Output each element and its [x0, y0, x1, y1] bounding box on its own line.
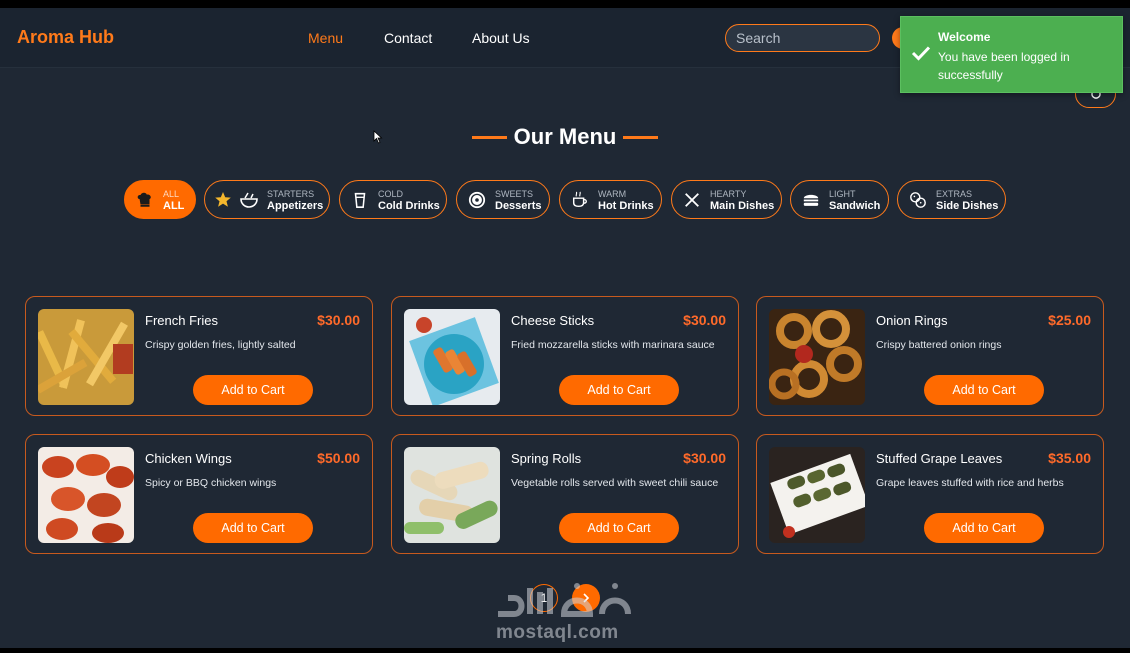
category-all[interactable]: ALL ALL	[124, 180, 196, 219]
spring-rolls-image	[404, 447, 500, 543]
add-to-cart-button[interactable]: Add to Cart	[924, 513, 1044, 543]
item-price: $50.00	[317, 450, 360, 466]
page-title: Our Menu	[513, 124, 617, 149]
menu-card: Cheese Sticks $30.00 Fried mozzarella st…	[391, 296, 739, 416]
brand-logo[interactable]: Aroma Hub	[17, 27, 114, 48]
onion-rings-image	[769, 309, 865, 405]
add-to-cart-button[interactable]: Add to Cart	[193, 375, 313, 405]
search-input[interactable]	[725, 24, 880, 52]
category-sandwich[interactable]: LIGHT Sandwich	[790, 180, 889, 219]
stuffed-grape-leaves-image	[769, 447, 865, 543]
item-price: $30.00	[317, 312, 360, 328]
donut-icon	[467, 190, 487, 210]
add-to-cart-button[interactable]: Add to Cart	[559, 513, 679, 543]
login-success-toast[interactable]: Welcome You have been logged in successf…	[900, 16, 1123, 93]
menu-card: Chicken Wings $50.00 Spicy or BBQ chicke…	[25, 434, 373, 554]
item-name: Spring Rolls	[511, 451, 582, 466]
french-fries-image	[38, 309, 134, 405]
menu-card: Stuffed Grape Leaves $35.00 Grape leaves…	[756, 434, 1104, 554]
cheese-sticks-image	[404, 309, 500, 405]
mug-icon	[570, 190, 590, 210]
item-name: Chicken Wings	[145, 451, 232, 466]
menu-card: Spring Rolls $30.00 Vegetable rolls serv…	[391, 434, 739, 554]
category-side-dishes[interactable]: EXTRAS Side Dishes	[897, 180, 1006, 219]
item-price: $30.00	[683, 312, 726, 328]
menu-card: Onion Rings $25.00 Crispy battered onion…	[756, 296, 1104, 416]
add-to-cart-button[interactable]: Add to Cart	[924, 375, 1044, 405]
item-name: Onion Rings	[876, 313, 948, 328]
item-description: Crispy battered onion rings	[876, 339, 1002, 351]
item-description: Grape leaves stuffed with rice and herbs	[876, 477, 1064, 489]
watermark-logo: mostaql.com	[494, 574, 636, 644]
cup-icon	[350, 190, 370, 210]
nav-contact[interactable]: Contact	[384, 30, 432, 46]
item-price: $30.00	[683, 450, 726, 466]
item-name: Stuffed Grape Leaves	[876, 451, 1003, 466]
section-heading: Our Menu	[472, 124, 658, 150]
burger-icon	[801, 190, 821, 210]
item-price: $35.00	[1048, 450, 1091, 466]
menu-card: French Fries $30.00 Crispy golden fries,…	[25, 296, 373, 416]
chicken-wings-image	[38, 447, 134, 543]
nav-about-us[interactable]: About Us	[472, 30, 530, 46]
chef-hat-icon	[135, 190, 155, 210]
item-description: Fried mozzarella sticks with marinara sa…	[511, 339, 715, 351]
item-price: $25.00	[1048, 312, 1091, 328]
category-hot-drinks[interactable]: WARM Hot Drinks	[559, 180, 662, 219]
item-name: French Fries	[145, 313, 218, 328]
heading-line-left	[472, 135, 507, 139]
item-name: Cheese Sticks	[511, 313, 595, 328]
item-description: Vegetable rolls served with sweet chili …	[511, 477, 719, 489]
toast-title: Welcome	[938, 30, 991, 44]
toast-message: You have been logged in successfully	[938, 50, 1070, 82]
category-cold-drinks[interactable]: COLD Cold Drinks	[339, 180, 447, 219]
cookies-icon	[908, 190, 928, 210]
item-description: Spicy or BBQ chicken wings	[145, 477, 277, 489]
star-bowl-icon	[215, 190, 259, 210]
mouse-cursor-icon	[373, 130, 383, 149]
category-appetizers[interactable]: STARTERS Appetizers	[204, 180, 330, 219]
app-frame: Aroma Hub Menu Contact About Us Our Menu…	[0, 8, 1130, 648]
cutlery-icon	[682, 190, 702, 210]
check-icon	[911, 46, 931, 61]
add-to-cart-button[interactable]: Add to Cart	[559, 375, 679, 405]
heading-line-right	[623, 135, 658, 139]
nav-menu[interactable]: Menu	[308, 30, 343, 46]
category-main-dishes[interactable]: HEARTY Main Dishes	[671, 180, 782, 219]
item-description: Crispy golden fries, lightly salted	[145, 339, 296, 351]
add-to-cart-button[interactable]: Add to Cart	[193, 513, 313, 543]
category-desserts[interactable]: SWEETS Desserts	[456, 180, 550, 219]
